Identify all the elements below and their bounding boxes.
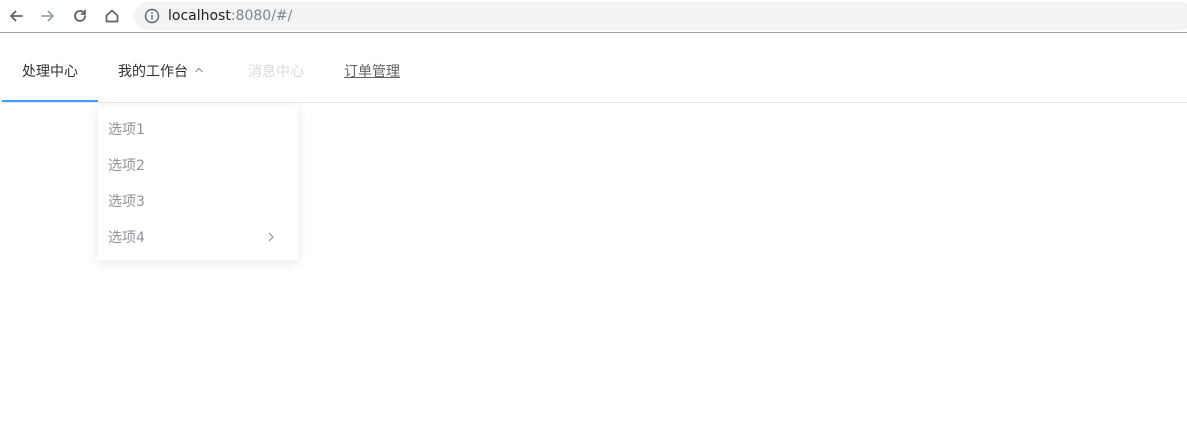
home-icon (105, 9, 119, 23)
menu-item-processing-center[interactable]: 处理中心 (2, 34, 98, 102)
submenu-item-option-4[interactable]: 选项4 (98, 220, 298, 256)
submenu-item-label: 选项1 (108, 122, 145, 138)
submenu-item-label: 选项2 (108, 158, 145, 174)
home-button[interactable] (100, 4, 124, 28)
chevron-right-icon (268, 232, 274, 242)
submenu-item-option-3[interactable]: 选项3 (98, 184, 298, 220)
menu-item-label: 处理中心 (22, 64, 78, 80)
menu-item-label: 消息中心 (248, 64, 304, 80)
arrow-left-icon (10, 10, 23, 22)
submenu-item-label: 选项4 (108, 230, 145, 246)
url-path: :8080/#/ (230, 8, 293, 24)
submenu-item-label: 选项3 (108, 194, 145, 210)
menu-item-my-workbench[interactable]: 我的工作台 (98, 34, 224, 100)
submenu-item-option-1[interactable]: 选项1 (98, 112, 298, 148)
workbench-submenu: 选项1 选项2 选项3 选项4 (98, 107, 298, 260)
submenu-item-option-2[interactable]: 选项2 (98, 148, 298, 184)
menu-item-message-center: 消息中心 (228, 34, 324, 100)
chevron-up-icon (195, 67, 203, 73)
reload-icon (74, 9, 86, 22)
reload-button[interactable] (68, 4, 92, 28)
menu-item-label: 我的工作台 (118, 64, 188, 80)
menu-item-label: 订单管理 (344, 64, 400, 80)
browser-toolbar: localhost:8080/#/ (0, 0, 1187, 33)
info-icon[interactable] (144, 8, 160, 24)
address-bar[interactable]: localhost:8080/#/ (134, 2, 1187, 30)
menu-item-order-management[interactable]: 订单管理 (324, 34, 420, 100)
url-text[interactable]: localhost:8080/#/ (168, 7, 292, 25)
url-host: localhost (168, 8, 231, 24)
top-menu: 处理中心 我的工作台 消息中心 订单管理 (0, 34, 1187, 103)
forward-button[interactable] (36, 4, 60, 28)
arrow-right-icon (41, 10, 54, 22)
back-button[interactable] (4, 4, 28, 28)
